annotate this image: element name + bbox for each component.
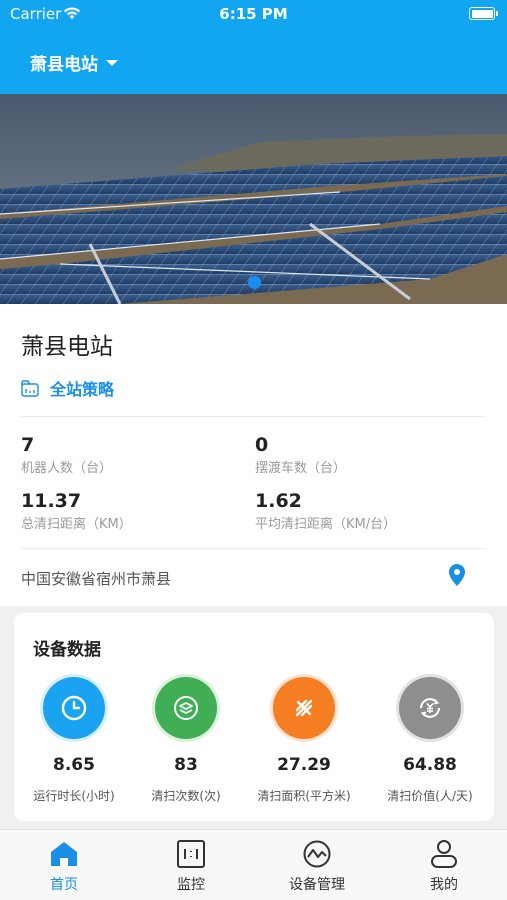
stat-label: 机器人数（台） [21,461,113,476]
yuan-icon [399,677,461,739]
metric-value: 83 [174,755,198,775]
banner-carousel[interactable] [0,94,507,304]
home-icon [19,838,109,870]
carousel-indicator[interactable] [248,276,261,289]
tab-label: 我的 [430,877,458,893]
metric-clean-area[interactable]: 27.29 清扫面积(平方米) [244,677,364,804]
chevron-down-icon [106,59,118,66]
stat-label: 摆渡车数（台） [255,461,347,476]
stat-value: 11.37 [21,490,82,512]
stat-robot-count: 7 机器人数（台） [21,434,112,476]
tab-label: 首页 [50,877,78,893]
metric-value: 64.88 [403,755,457,775]
tab-monitor[interactable]: 监控 [146,838,236,894]
location-pin-icon[interactable] [448,563,466,591]
station-strategy-link[interactable]: 全站策略 [21,376,114,400]
metric-value: 8.65 [53,755,95,775]
tab-label: 监控 [177,877,205,893]
tab-home[interactable]: 首页 [19,838,109,894]
metric-label: 清扫次数(次) [151,789,221,803]
area-icon [273,677,335,739]
clock-time: 6:15 PM [219,5,288,23]
stat-ferry-count: 0 摆渡车数（台） [255,434,346,476]
equipment-data-card: 设备数据 8.65 运行时长(小时) 83 清扫次数(次) 27.29 清扫面积… [14,613,494,821]
metric-run-time[interactable]: 8.65 运行时长(小时) [14,677,134,804]
stat-label: 总清扫距离（KM） [21,517,132,532]
divider [21,416,486,417]
card-title: 设备数据 [33,640,101,660]
station-info-panel: 萧县电站 全站策略 7 机器人数（台） 0 摆渡车数（台） 11.37 总清扫距… [0,304,507,606]
metric-clean-value[interactable]: 64.88 清扫价值(人/天) [370,677,490,804]
station-address: 中国安徽省宿州市萧县 [21,570,172,588]
status-bar: Carrier 6:15 PM [0,0,507,30]
profile-icon [399,838,489,870]
strategy-label: 全站策略 [50,380,115,399]
solar-panels-image [0,94,507,304]
station-selector[interactable]: 萧县电站 [30,50,118,75]
top-bar: Carrier 6:15 PM 萧县电站 [0,0,507,94]
divider [21,548,486,549]
metric-value: 27.29 [277,755,331,775]
tab-device-management[interactable]: 设备管理 [272,838,362,894]
stat-total-distance: 11.37 总清扫距离（KM） [21,490,132,532]
monitor-icon [146,838,236,870]
station-selector-label: 萧县电站 [30,55,98,75]
stat-label: 平均清扫距离（KM/台） [255,517,397,532]
clock-icon [43,677,105,739]
metric-clean-count[interactable]: 83 清扫次数(次) [126,677,246,804]
tab-label: 设备管理 [289,877,345,893]
stat-value: 0 [255,434,269,456]
tab-profile[interactable]: 我的 [399,838,489,894]
battery-icon [469,7,498,20]
stat-average-distance: 1.62 平均清扫距离（KM/台） [255,490,396,532]
metric-label: 运行时长(小时) [33,789,115,803]
metric-label: 清扫价值(人/天) [387,789,473,803]
stat-value: 1.62 [255,490,302,512]
device-management-icon [272,838,362,870]
layers-icon [155,677,217,739]
strategy-icon [21,379,39,397]
metric-label: 清扫面积(平方米) [257,789,351,803]
stat-value: 7 [21,434,35,456]
station-title: 萧县电站 [21,334,113,360]
bottom-tab-bar: 首页 监控 设备管理 我的 [0,829,507,900]
